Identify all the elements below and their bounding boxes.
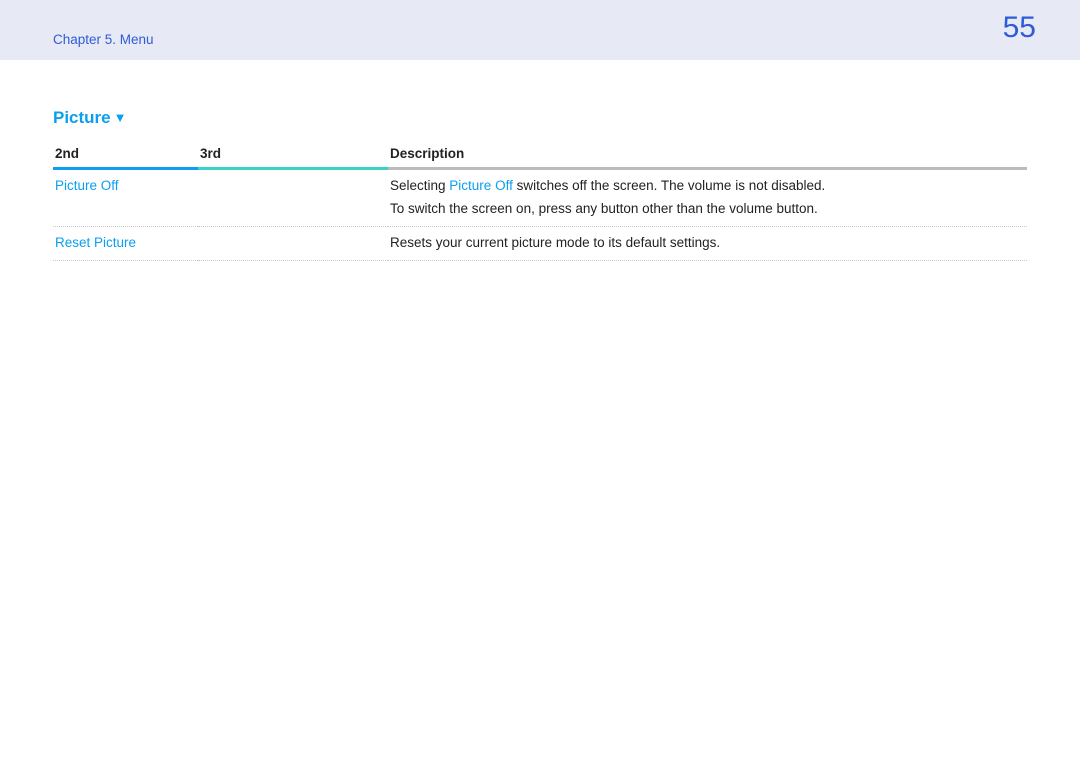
cell-3rd [198, 226, 388, 260]
section-title: Picture▼ [53, 108, 1027, 128]
desc-text-accent: Picture Off [449, 178, 513, 193]
desc-text-pre: Selecting [390, 178, 449, 193]
arrow-down-icon: ▼ [114, 110, 127, 125]
page-header: Chapter 5. Menu 55 [0, 0, 1080, 60]
menu-table: 2nd 3rd Description Picture Off Selectin… [53, 140, 1027, 261]
cell-description: Resets your current picture mode to its … [388, 226, 1027, 260]
col-header-2nd: 2nd [53, 140, 198, 169]
page-number: 55 [1003, 11, 1036, 45]
desc-text-post: switches off the screen. The volume is n… [513, 178, 825, 193]
content-area: Picture▼ 2nd 3rd Description Picture Off… [0, 60, 1080, 261]
cell-2nd: Reset Picture [53, 226, 198, 260]
chapter-label: Chapter 5. Menu [53, 32, 154, 47]
col-header-description: Description [388, 140, 1027, 169]
cell-description: To switch the screen on, press any butto… [388, 198, 1027, 226]
cell-description: Selecting Picture Off switches off the s… [388, 169, 1027, 198]
table-row: Reset Picture Resets your current pictur… [53, 226, 1027, 260]
section-title-text: Picture [53, 108, 111, 127]
table-header-row: 2nd 3rd Description [53, 140, 1027, 169]
cell-2nd: Picture Off [53, 169, 198, 227]
col-header-3rd: 3rd [198, 140, 388, 169]
table-row: Picture Off Selecting Picture Off switch… [53, 169, 1027, 198]
cell-3rd [198, 169, 388, 227]
